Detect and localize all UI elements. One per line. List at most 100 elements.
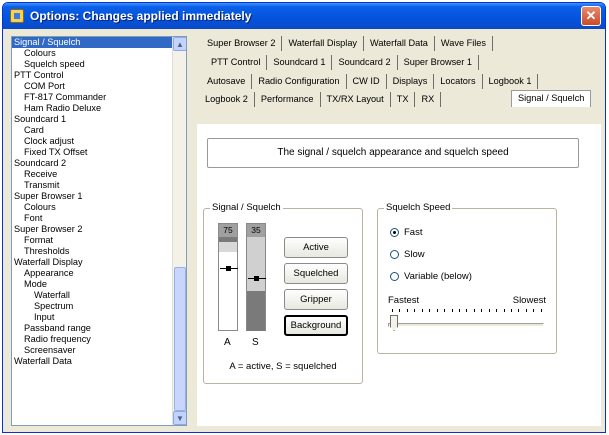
- tab-super-browser-1[interactable]: Super Browser 1: [398, 55, 480, 70]
- slider-tick: [458, 309, 460, 312]
- tree-item[interactable]: Passband range: [12, 323, 172, 334]
- tree-item[interactable]: Ham Radio Deluxe: [12, 103, 172, 114]
- tree-item[interactable]: Thresholds: [12, 246, 172, 257]
- tree-item[interactable]: Mode: [12, 279, 172, 290]
- meter-squelched-gripper[interactable]: [248, 276, 266, 281]
- tree-item[interactable]: Colours: [12, 202, 172, 213]
- page-description: The signal / squelch appearance and sque…: [207, 138, 579, 168]
- tab-soundcard-1[interactable]: Soundcard 1: [267, 55, 333, 70]
- tab-ptt-control[interactable]: PTT Control: [205, 55, 268, 70]
- tree-item[interactable]: Receive: [12, 169, 172, 180]
- gripper-color-button[interactable]: Gripper: [284, 289, 348, 310]
- tree-item[interactable]: Radio frequency: [12, 334, 172, 345]
- slider-fastest-label: Fastest: [388, 295, 420, 306]
- scroll-thumb[interactable]: [174, 267, 186, 411]
- close-button[interactable]: ✕: [581, 6, 601, 26]
- radio-fast[interactable]: Fast: [390, 227, 422, 238]
- active-color-button[interactable]: Active: [284, 237, 348, 258]
- tree-item[interactable]: Signal / Squelch: [12, 37, 172, 48]
- tab-signal-squelch[interactable]: Signal / Squelch: [511, 90, 592, 107]
- tree-item[interactable]: Waterfall Data: [12, 356, 172, 367]
- title-bar[interactable]: Options: Changes applied immediately ✕: [3, 3, 605, 29]
- tree-item[interactable]: FT-817 Commander: [12, 92, 172, 103]
- radio-slow-label: Slow: [404, 249, 425, 260]
- tab-tx-rx-layout[interactable]: TX/RX Layout: [321, 92, 391, 107]
- radio-slow-circle[interactable]: [390, 250, 399, 259]
- tab-waterfall-data[interactable]: Waterfall Data: [364, 36, 435, 51]
- tab-soundcard-2[interactable]: Soundcard 2: [332, 55, 398, 70]
- app-icon: [10, 9, 24, 23]
- tree-item[interactable]: Super Browser 2: [12, 224, 172, 235]
- meter-legend: A = active, S = squelched: [229, 361, 337, 372]
- tree-item[interactable]: Fixed TX Offset: [12, 147, 172, 158]
- tree-item[interactable]: Soundcard 2: [12, 158, 172, 169]
- tree-item[interactable]: Waterfall Display: [12, 257, 172, 268]
- tab-waterfall-display[interactable]: Waterfall Display: [282, 36, 365, 51]
- tree-item[interactable]: COM Port: [12, 81, 172, 92]
- signal-squelch-group: Signal / Squelch 75 35 A S Active Squelc…: [203, 202, 363, 384]
- tree-item[interactable]: PTT Control: [12, 70, 172, 81]
- meter-squelched-value: 35: [247, 224, 265, 237]
- tab-super-browser-2[interactable]: Super Browser 2: [201, 36, 283, 51]
- tab-locators[interactable]: Locators: [434, 74, 483, 89]
- tab-control: Super Browser 2 Waterfall Display Waterfal…: [197, 36, 601, 426]
- tree-item[interactable]: Waterfall: [12, 290, 172, 301]
- tab-logbook-1[interactable]: Logbook 1: [483, 74, 539, 89]
- squelch-speed-group-label: Squelch Speed: [384, 202, 453, 213]
- tree-item[interactable]: Squelch speed: [12, 59, 172, 70]
- meter-active[interactable]: 75: [218, 223, 238, 331]
- scroll-down-button[interactable]: ▼: [173, 411, 186, 425]
- tab-page-signal-squelch: The signal / squelch appearance and sque…: [197, 124, 601, 426]
- speed-slider-thumb[interactable]: [390, 315, 398, 331]
- meter-active-value: 75: [219, 224, 237, 237]
- tab-performance[interactable]: Performance: [255, 92, 321, 107]
- options-window: Options: Changes applied immediately ✕ S…: [2, 2, 606, 433]
- tab-cw-id[interactable]: CW ID: [347, 74, 387, 89]
- meter-squelched-label: S: [252, 337, 259, 348]
- tree-item[interactable]: Clock adjust: [12, 136, 172, 147]
- slider-tick: [540, 309, 542, 312]
- speed-slider-track[interactable]: [388, 323, 544, 327]
- radio-fast-circle[interactable]: [390, 228, 399, 237]
- tree-item[interactable]: Format: [12, 235, 172, 246]
- tree-item[interactable]: Appearance: [12, 268, 172, 279]
- tab-row-2: PTT Control Soundcard 1 Soundcard 2 Super B…: [205, 55, 480, 70]
- tree-item[interactable]: Input: [12, 312, 172, 323]
- tree-item[interactable]: Transmit: [12, 180, 172, 191]
- tree-list: Signal / Squelch Colours Squelch speed PTT …: [12, 37, 172, 367]
- tree-item[interactable]: Spectrum: [12, 301, 172, 312]
- tree-item[interactable]: Font: [12, 213, 172, 224]
- slider-tick: [503, 309, 505, 312]
- slider-tick: [451, 309, 453, 312]
- meter-squelched[interactable]: 35: [246, 223, 266, 331]
- squelched-color-button[interactable]: Squelched: [284, 263, 348, 284]
- tree-item[interactable]: Super Browser 1: [12, 191, 172, 202]
- tab-tx[interactable]: TX: [391, 92, 416, 107]
- tab-rx[interactable]: RX: [415, 92, 442, 107]
- tree-item[interactable]: Screensaver: [12, 345, 172, 356]
- tab-logbook-2[interactable]: Logbook 2: [199, 92, 255, 107]
- background-color-button[interactable]: Background: [284, 315, 348, 336]
- meter-active-gripper[interactable]: [220, 266, 238, 271]
- radio-variable[interactable]: Variable (below): [390, 271, 472, 282]
- tree-item[interactable]: Card: [12, 125, 172, 136]
- options-tree[interactable]: Signal / Squelch Colours Squelch speed PTT …: [11, 36, 187, 426]
- slider-tick: [518, 309, 520, 312]
- tree-scrollbar[interactable]: ▲ ▼: [172, 37, 186, 425]
- scroll-up-button[interactable]: ▲: [173, 37, 186, 51]
- meter-active-label: A: [224, 337, 231, 348]
- tree-item[interactable]: Colours: [12, 48, 172, 59]
- tab-autosave[interactable]: Autosave: [201, 74, 253, 89]
- chevron-up-icon: ▲: [176, 39, 184, 49]
- slider-tick: [533, 309, 535, 312]
- slider-tick: [414, 309, 416, 312]
- tab-wave-files[interactable]: Wave Files: [435, 36, 493, 51]
- tab-displays[interactable]: Displays: [387, 74, 435, 89]
- slider-tick: [488, 309, 490, 312]
- radio-slow[interactable]: Slow: [390, 249, 425, 260]
- tab-radio-configuration[interactable]: Radio Configuration: [252, 74, 347, 89]
- slider-tick: [481, 309, 483, 312]
- tree-item[interactable]: Soundcard 1: [12, 114, 172, 125]
- radio-variable-circle[interactable]: [390, 272, 399, 281]
- slider-tick: [392, 309, 393, 312]
